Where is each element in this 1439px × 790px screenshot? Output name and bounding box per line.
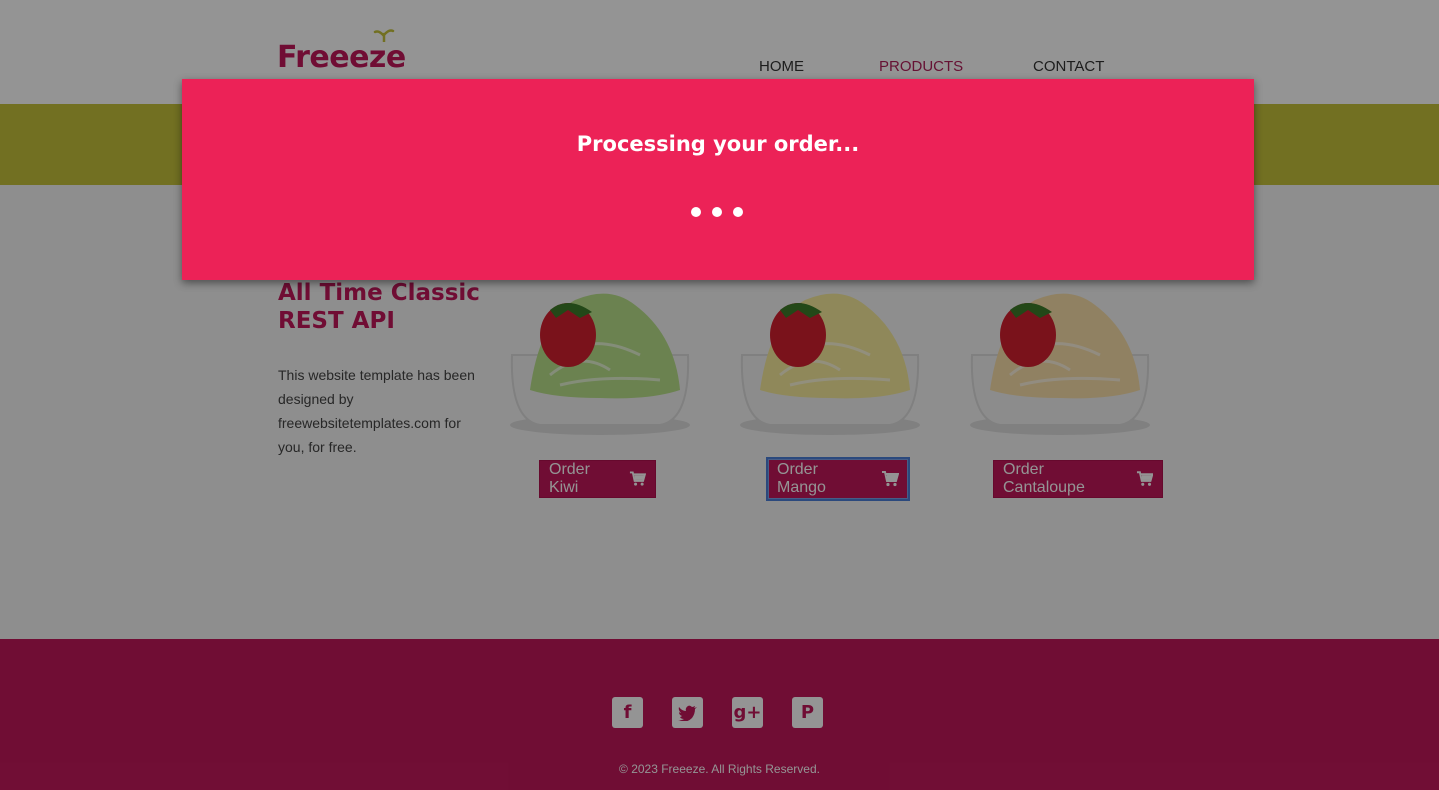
loading-dot — [733, 207, 743, 217]
page: Freeeze HOME PRODUCTS CONTACT All Time C… — [0, 0, 1439, 790]
loading-dot — [691, 207, 701, 217]
loading-dot — [712, 207, 722, 217]
loading-dots-icon — [691, 207, 745, 219]
processing-modal: Processing your order... — [182, 79, 1254, 280]
modal-title: Processing your order... — [576, 132, 860, 156]
